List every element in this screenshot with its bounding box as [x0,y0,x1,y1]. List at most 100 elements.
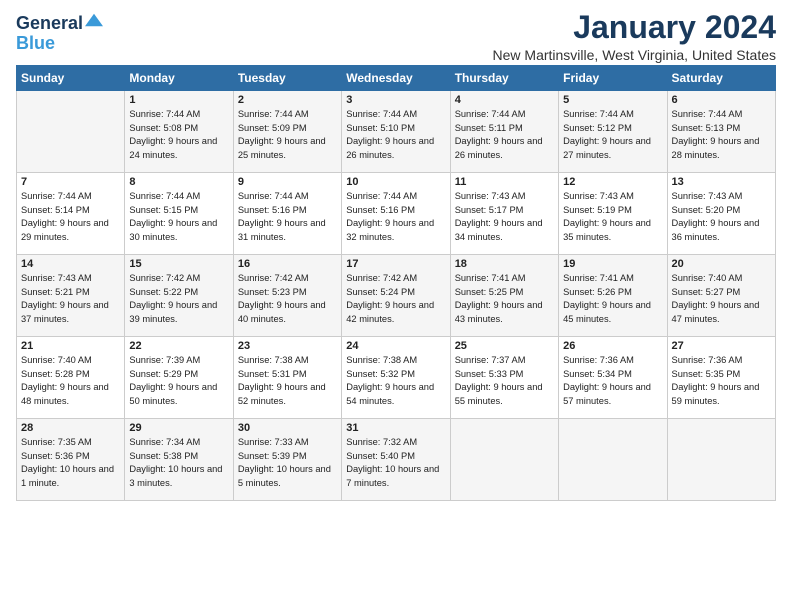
daylight-text: Daylight: 9 hours and 54 minutes. [346,382,434,405]
calendar-header-row: Sunday Monday Tuesday Wednesday Thursday… [17,66,776,91]
calendar-day-cell: 16 Sunrise: 7:42 AM Sunset: 5:23 PM Dayl… [233,255,341,337]
sunrise-text: Sunrise: 7:40 AM [21,355,92,365]
logo: General Blue [16,14,103,54]
daylight-text: Daylight: 9 hours and 25 minutes. [238,136,326,159]
calendar-day-cell: 4 Sunrise: 7:44 AM Sunset: 5:11 PM Dayli… [450,91,558,173]
calendar-day-cell: 22 Sunrise: 7:39 AM Sunset: 5:29 PM Dayl… [125,337,233,419]
sunset-text: Sunset: 5:17 PM [455,205,524,215]
sunset-text: Sunset: 5:29 PM [129,369,198,379]
day-info: Sunrise: 7:44 AM Sunset: 5:08 PM Dayligh… [129,108,228,162]
daylight-text: Daylight: 9 hours and 34 minutes. [455,218,543,241]
sunrise-text: Sunrise: 7:42 AM [346,273,417,283]
sunset-text: Sunset: 5:24 PM [346,287,415,297]
sunset-text: Sunset: 5:35 PM [672,369,741,379]
sunset-text: Sunset: 5:08 PM [129,123,198,133]
sunset-text: Sunset: 5:14 PM [21,205,90,215]
calendar-day-cell [450,419,558,501]
daylight-text: Daylight: 9 hours and 48 minutes. [21,382,109,405]
calendar-day-cell: 3 Sunrise: 7:44 AM Sunset: 5:10 PM Dayli… [342,91,450,173]
header-tuesday: Tuesday [233,66,341,91]
calendar-day-cell [17,91,125,173]
day-number: 9 [238,176,337,188]
day-info: Sunrise: 7:37 AM Sunset: 5:33 PM Dayligh… [455,354,554,408]
sunrise-text: Sunrise: 7:40 AM [672,273,743,283]
sunset-text: Sunset: 5:16 PM [346,205,415,215]
day-number: 7 [21,176,120,188]
sunset-text: Sunset: 5:27 PM [672,287,741,297]
sunset-text: Sunset: 5:36 PM [21,451,90,461]
day-info: Sunrise: 7:44 AM Sunset: 5:16 PM Dayligh… [346,190,445,244]
calendar-day-cell: 30 Sunrise: 7:33 AM Sunset: 5:39 PM Dayl… [233,419,341,501]
sunrise-text: Sunrise: 7:43 AM [672,191,743,201]
sunset-text: Sunset: 5:23 PM [238,287,307,297]
day-number: 28 [21,422,120,434]
day-info: Sunrise: 7:35 AM Sunset: 5:36 PM Dayligh… [21,436,120,490]
sunrise-text: Sunrise: 7:35 AM [21,437,92,447]
day-number: 17 [346,258,445,270]
day-info: Sunrise: 7:42 AM Sunset: 5:22 PM Dayligh… [129,272,228,326]
calendar-day-cell: 6 Sunrise: 7:44 AM Sunset: 5:13 PM Dayli… [667,91,775,173]
day-number: 5 [563,94,662,106]
daylight-text: Daylight: 9 hours and 43 minutes. [455,300,543,323]
calendar-week-row: 14 Sunrise: 7:43 AM Sunset: 5:21 PM Dayl… [17,255,776,337]
day-info: Sunrise: 7:44 AM Sunset: 5:13 PM Dayligh… [672,108,771,162]
sunset-text: Sunset: 5:31 PM [238,369,307,379]
calendar-day-cell: 29 Sunrise: 7:34 AM Sunset: 5:38 PM Dayl… [125,419,233,501]
day-info: Sunrise: 7:39 AM Sunset: 5:29 PM Dayligh… [129,354,228,408]
calendar-day-cell: 11 Sunrise: 7:43 AM Sunset: 5:17 PM Dayl… [450,173,558,255]
calendar-week-row: 7 Sunrise: 7:44 AM Sunset: 5:14 PM Dayli… [17,173,776,255]
day-info: Sunrise: 7:41 AM Sunset: 5:25 PM Dayligh… [455,272,554,326]
day-info: Sunrise: 7:32 AM Sunset: 5:40 PM Dayligh… [346,436,445,490]
calendar-week-row: 21 Sunrise: 7:40 AM Sunset: 5:28 PM Dayl… [17,337,776,419]
day-number: 19 [563,258,662,270]
calendar-day-cell: 27 Sunrise: 7:36 AM Sunset: 5:35 PM Dayl… [667,337,775,419]
calendar-day-cell [559,419,667,501]
calendar-day-cell: 7 Sunrise: 7:44 AM Sunset: 5:14 PM Dayli… [17,173,125,255]
sunrise-text: Sunrise: 7:41 AM [563,273,634,283]
daylight-text: Daylight: 9 hours and 26 minutes. [455,136,543,159]
day-info: Sunrise: 7:44 AM Sunset: 5:12 PM Dayligh… [563,108,662,162]
logo-text-blue: Blue [16,33,55,53]
logo-text-general: General [16,14,83,34]
day-number: 23 [238,340,337,352]
sunset-text: Sunset: 5:09 PM [238,123,307,133]
daylight-text: Daylight: 9 hours and 32 minutes. [346,218,434,241]
calendar-day-cell: 12 Sunrise: 7:43 AM Sunset: 5:19 PM Dayl… [559,173,667,255]
day-number: 26 [563,340,662,352]
day-number: 25 [455,340,554,352]
daylight-text: Daylight: 9 hours and 57 minutes. [563,382,651,405]
calendar-day-cell: 26 Sunrise: 7:36 AM Sunset: 5:34 PM Dayl… [559,337,667,419]
calendar-day-cell: 14 Sunrise: 7:43 AM Sunset: 5:21 PM Dayl… [17,255,125,337]
sunrise-text: Sunrise: 7:42 AM [238,273,309,283]
calendar-day-cell: 15 Sunrise: 7:42 AM Sunset: 5:22 PM Dayl… [125,255,233,337]
day-number: 20 [672,258,771,270]
day-info: Sunrise: 7:41 AM Sunset: 5:26 PM Dayligh… [563,272,662,326]
calendar-day-cell: 17 Sunrise: 7:42 AM Sunset: 5:24 PM Dayl… [342,255,450,337]
sunrise-text: Sunrise: 7:39 AM [129,355,200,365]
header-wednesday: Wednesday [342,66,450,91]
day-number: 1 [129,94,228,106]
sunrise-text: Sunrise: 7:34 AM [129,437,200,447]
day-number: 12 [563,176,662,188]
sunset-text: Sunset: 5:33 PM [455,369,524,379]
daylight-text: Daylight: 10 hours and 3 minutes. [129,464,222,487]
sunrise-text: Sunrise: 7:43 AM [563,191,634,201]
sunset-text: Sunset: 5:20 PM [672,205,741,215]
location-title: New Martinsville, West Virginia, United … [493,47,776,63]
calendar-day-cell: 25 Sunrise: 7:37 AM Sunset: 5:33 PM Dayl… [450,337,558,419]
calendar-day-cell: 23 Sunrise: 7:38 AM Sunset: 5:31 PM Dayl… [233,337,341,419]
calendar-day-cell: 21 Sunrise: 7:40 AM Sunset: 5:28 PM Dayl… [17,337,125,419]
daylight-text: Daylight: 9 hours and 59 minutes. [672,382,760,405]
day-number: 11 [455,176,554,188]
day-info: Sunrise: 7:38 AM Sunset: 5:31 PM Dayligh… [238,354,337,408]
day-info: Sunrise: 7:34 AM Sunset: 5:38 PM Dayligh… [129,436,228,490]
sunrise-text: Sunrise: 7:44 AM [346,109,417,119]
sunset-text: Sunset: 5:34 PM [563,369,632,379]
day-number: 30 [238,422,337,434]
sunset-text: Sunset: 5:10 PM [346,123,415,133]
calendar-week-row: 1 Sunrise: 7:44 AM Sunset: 5:08 PM Dayli… [17,91,776,173]
day-number: 6 [672,94,771,106]
sunset-text: Sunset: 5:39 PM [238,451,307,461]
title-block: January 2024 New Martinsville, West Virg… [493,10,776,63]
day-number: 22 [129,340,228,352]
